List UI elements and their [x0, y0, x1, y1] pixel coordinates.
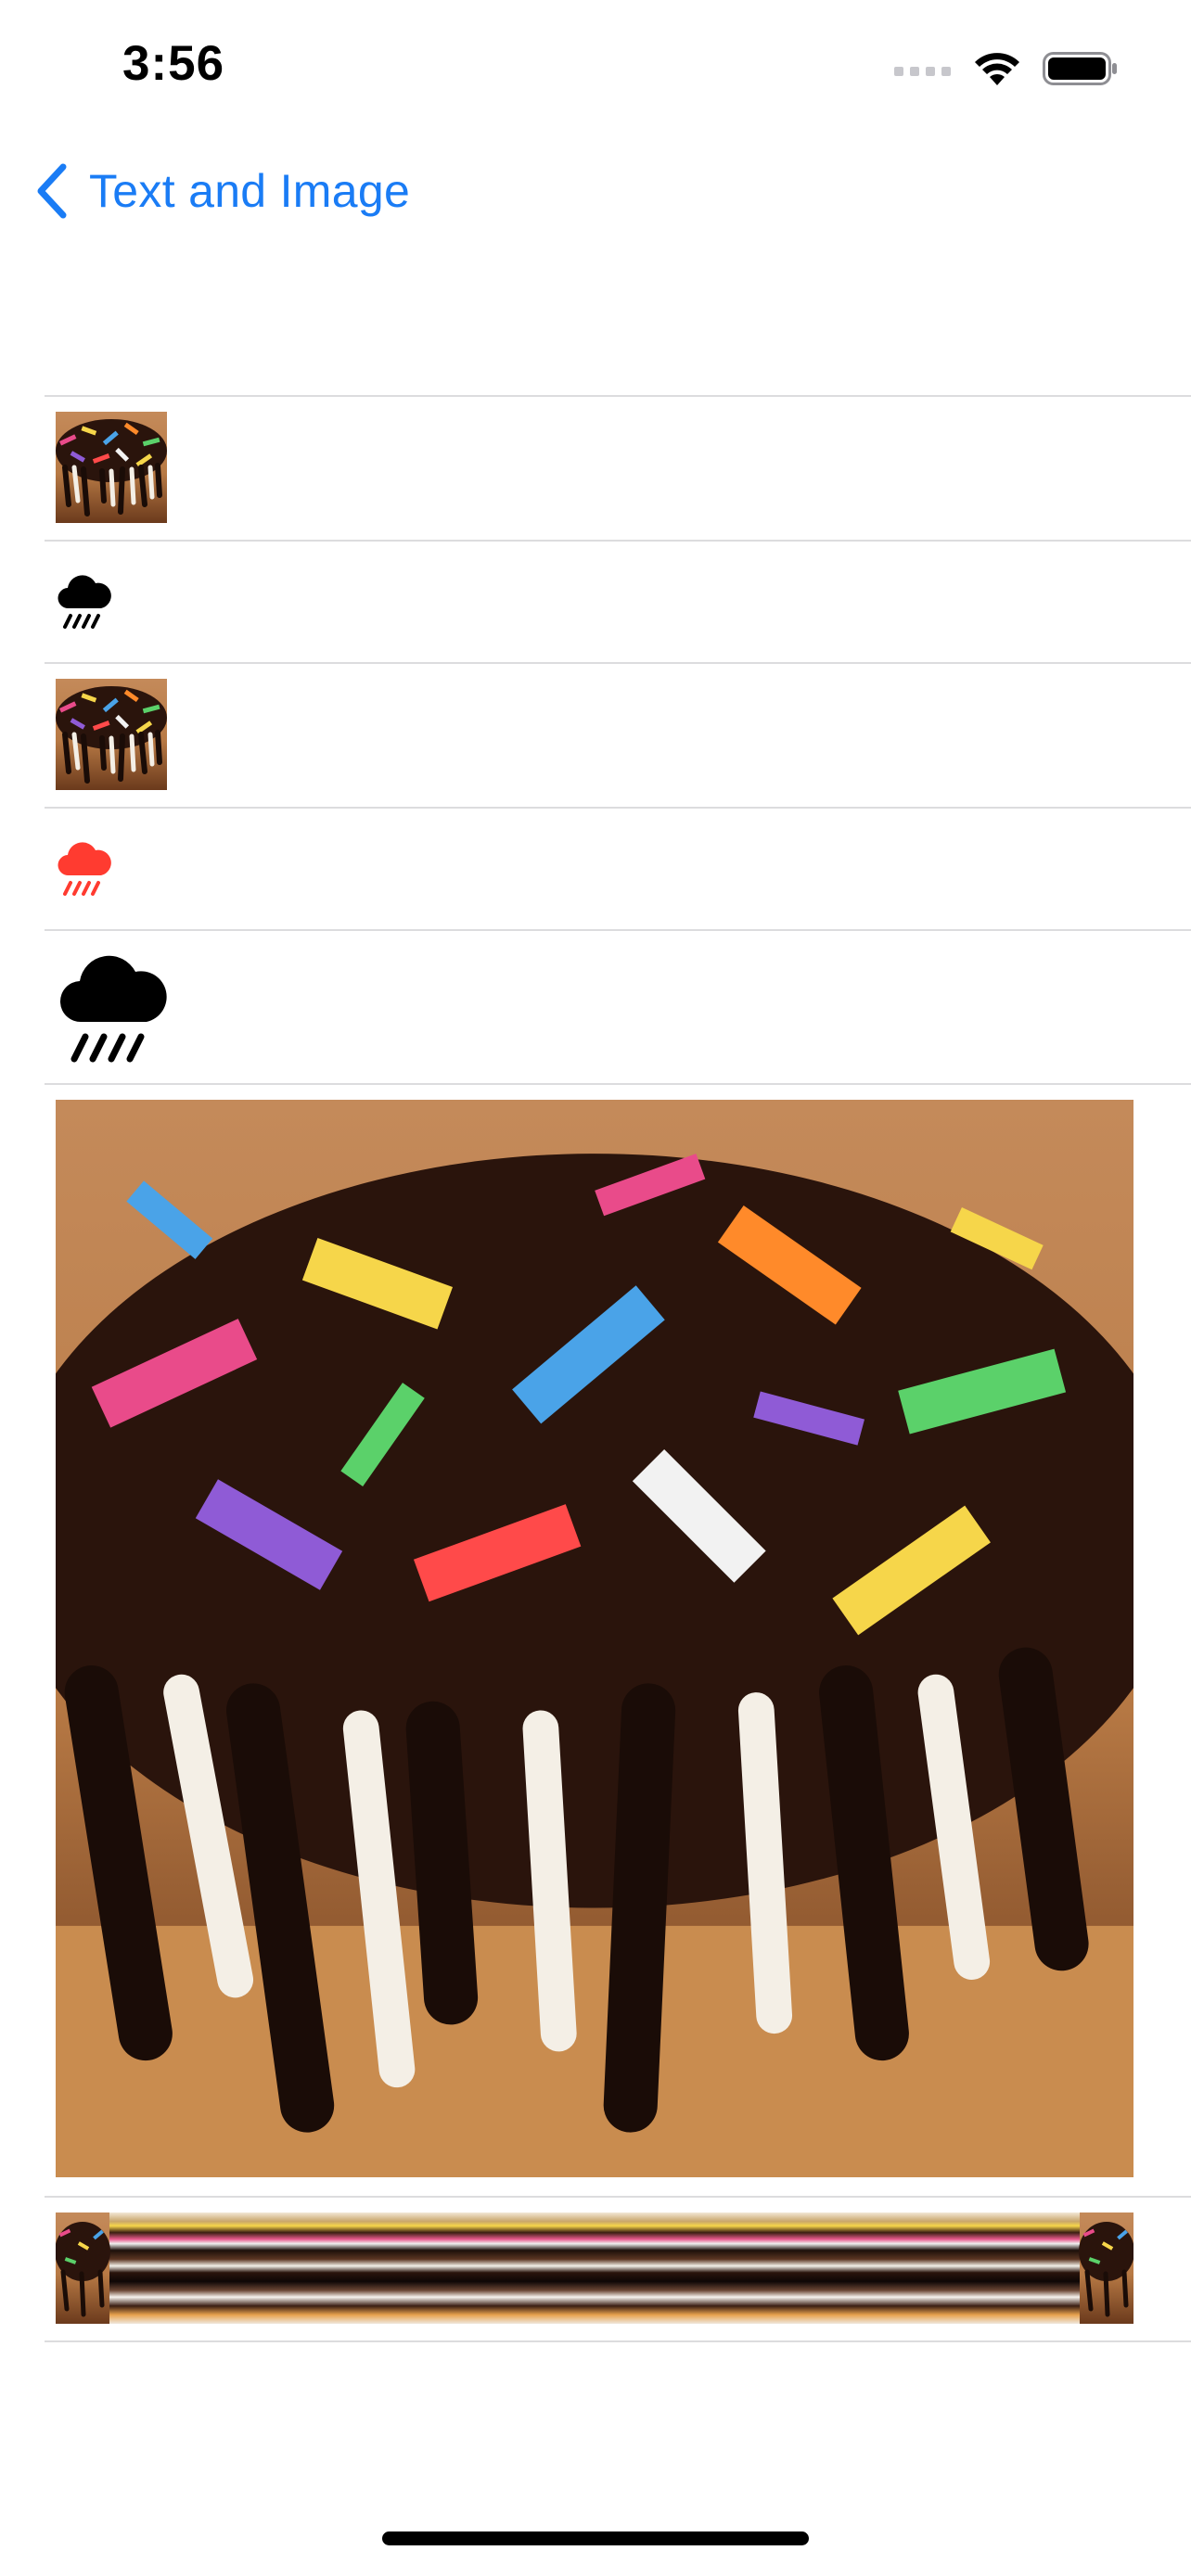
cloud-rain-icon [59, 955, 167, 1063]
status-bar: 3:56 [0, 0, 1191, 130]
back-button-label: Text and Image [89, 165, 411, 217]
back-button[interactable]: Text and Image [33, 158, 410, 224]
list-row-image-small [45, 397, 1191, 542]
cloud-rain-icon [58, 575, 111, 629]
donut-image [56, 679, 167, 790]
home-indicator[interactable] [382, 2531, 809, 2545]
donut-image [56, 412, 167, 523]
list-row-image-stretched [45, 2198, 1191, 2342]
donut-image [56, 1100, 1133, 2177]
cellular-signal-icon [894, 67, 951, 76]
battery-icon [1043, 52, 1117, 85]
wifi-icon [975, 53, 1019, 85]
list-row-image-large [45, 1085, 1191, 2198]
donut-image [56, 2213, 1133, 2324]
list-row-symbol-large [45, 931, 1191, 1085]
status-time: 3:56 [122, 36, 225, 91]
chevron-left-icon [37, 163, 67, 219]
content-list [45, 395, 1191, 2342]
cloud-rain-icon [58, 842, 111, 896]
list-row-symbol-small [45, 542, 1191, 664]
list-row-symbol-small-red [45, 809, 1191, 931]
list-row-image-small [45, 664, 1191, 809]
status-indicators [894, 41, 1119, 96]
